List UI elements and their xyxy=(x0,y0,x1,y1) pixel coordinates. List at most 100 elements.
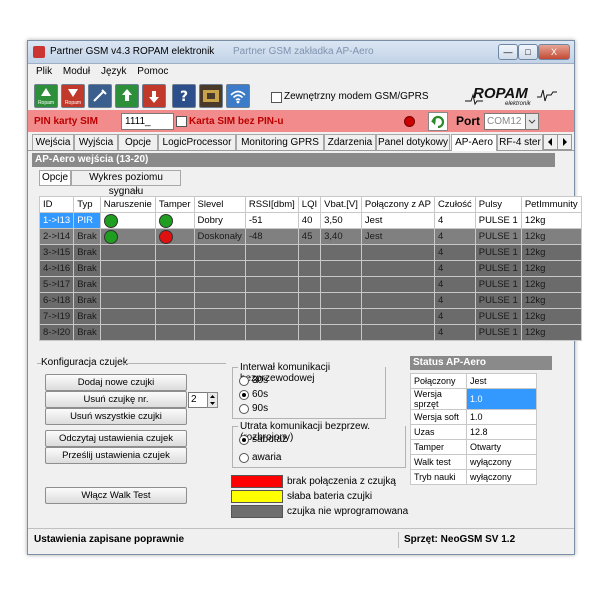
add-sensors-button[interactable]: Dodaj nowe czujki xyxy=(45,374,187,391)
col-header-petimmunity[interactable]: PetImmunity xyxy=(520,196,582,213)
cell-id[interactable]: 4->I16 xyxy=(38,260,75,277)
cell-typ[interactable]: Brak xyxy=(73,276,101,293)
cell-czulosc[interactable]: 4 xyxy=(433,260,476,277)
tab-panel-dotykowy[interactable]: Panel dotykowy xyxy=(376,134,450,150)
cell-typ[interactable]: Brak xyxy=(73,324,101,341)
col-header-id[interactable]: ID xyxy=(38,196,75,213)
cell-typ[interactable]: Brak xyxy=(73,292,101,309)
read-sensor-settings-button[interactable]: Odczytaj ustawienia czujek xyxy=(45,430,187,447)
tab-opcje[interactable]: Opcje xyxy=(118,134,158,150)
table-row[interactable]: 6->I18 Brak 4 PULSE 1 12kg xyxy=(38,292,582,309)
cell-id[interactable]: 8->I20 xyxy=(38,324,75,341)
cell-petimmunity[interactable]: 12kg xyxy=(520,244,582,261)
cell-id[interactable]: 7->I19 xyxy=(38,308,75,325)
cell-petimmunity[interactable]: 12kg xyxy=(520,228,582,245)
cell-pulsy[interactable]: PULSE 1 xyxy=(474,260,522,277)
menu-plik[interactable]: Plik xyxy=(36,64,52,80)
cell-czulosc[interactable]: 4 xyxy=(433,276,476,293)
tab-logicprocessor[interactable]: LogicProcessor xyxy=(158,134,236,150)
remove-number-spinner[interactable] xyxy=(207,392,218,408)
write-button[interactable] xyxy=(115,84,139,108)
tab-scroll-right-button[interactable] xyxy=(557,134,572,150)
film-button[interactable] xyxy=(199,84,223,108)
cell-typ[interactable]: Brak xyxy=(73,228,101,245)
cell-czulosc[interactable]: 4 xyxy=(433,292,476,309)
col-header-vbat[interactable]: Vbat.[V] xyxy=(320,196,362,213)
cell-id[interactable]: 3->I15 xyxy=(38,244,75,261)
comm-loss-sabotaz-radio[interactable] xyxy=(239,435,249,445)
table-row[interactable]: 2->I14 Brak Doskonały -48 45 3,40 Jest 4… xyxy=(38,228,582,245)
col-header-czulosc[interactable]: Czułość xyxy=(433,196,476,213)
cell-typ[interactable]: Brak xyxy=(73,308,101,325)
close-button[interactable]: X xyxy=(538,44,570,60)
cell-pulsy[interactable]: PULSE 1 xyxy=(474,324,522,341)
cell-petimmunity[interactable]: 12kg xyxy=(520,324,582,341)
cell-pulsy[interactable]: PULSE 1 xyxy=(474,212,522,229)
upload-button[interactable]: Ropam xyxy=(34,84,58,108)
remove-all-sensors-button[interactable]: Usuń wszystkie czujki xyxy=(45,408,187,425)
table-row[interactable]: 1->I13 PIR Dobry -51 40 3,50 Jest 4 PULS… xyxy=(38,212,582,229)
help-button[interactable]: ? xyxy=(172,84,196,108)
cell-czulosc[interactable]: 4 xyxy=(433,244,476,261)
tab-ap-aero[interactable]: AP-Aero xyxy=(451,134,497,151)
cell-czulosc[interactable]: 4 xyxy=(433,324,476,341)
table-row[interactable]: 7->I19 Brak 4 PULSE 1 12kg xyxy=(38,308,582,325)
cell-id[interactable]: 5->I17 xyxy=(38,276,75,293)
interval-30s-radio[interactable] xyxy=(239,376,249,386)
comm-loss-awaria-radio[interactable] xyxy=(239,453,249,463)
cell-czulosc[interactable]: 4 xyxy=(433,308,476,325)
tab-wejscia[interactable]: Wejścia xyxy=(32,134,74,150)
tab-monitoring-gprs[interactable]: Monitoring GPRS xyxy=(236,134,324,150)
col-header-slevel[interactable]: Slevel xyxy=(193,196,246,213)
port-dropdown-button[interactable] xyxy=(525,113,539,130)
external-modem-checkbox[interactable] xyxy=(271,92,282,103)
subtab-wykres-sygnalu[interactable]: Wykres poziomu sygnału xyxy=(71,170,181,197)
read-button[interactable] xyxy=(142,84,166,108)
cell-typ[interactable]: Brak xyxy=(73,244,101,261)
tab-scroll-left-button[interactable] xyxy=(543,134,558,150)
col-header-typ[interactable]: Typ xyxy=(73,196,101,213)
cell-typ[interactable]: Brak xyxy=(73,260,101,277)
cell-pulsy[interactable]: PULSE 1 xyxy=(474,228,522,245)
pin-input[interactable]: 1111_ xyxy=(121,113,174,130)
cell-petimmunity[interactable]: 12kg xyxy=(520,260,582,277)
remove-number-input[interactable]: 2 xyxy=(188,392,209,408)
send-sensor-settings-button[interactable]: Prześlij ustawienia czujek xyxy=(45,447,187,464)
wifi-button[interactable] xyxy=(226,84,250,108)
menu-jezyk[interactable]: Język xyxy=(101,64,127,80)
col-header-pulsy[interactable]: Pulsy xyxy=(474,196,522,213)
table-row[interactable]: 3->I15 Brak 4 PULSE 1 12kg xyxy=(38,244,582,261)
cell-pulsy[interactable]: PULSE 1 xyxy=(474,276,522,293)
cell-typ[interactable]: PIR xyxy=(73,212,101,229)
tab-wyjscia[interactable]: Wyjścia xyxy=(74,134,118,150)
cell-czulosc[interactable]: 4 xyxy=(433,228,476,245)
cell-czulosc[interactable]: 4 xyxy=(433,212,476,229)
cell-id[interactable]: 6->I18 xyxy=(38,292,75,309)
cell-id[interactable]: 1->I13 xyxy=(38,212,75,229)
tab-zdarzenia[interactable]: Zdarzenia xyxy=(324,134,376,150)
maximize-button[interactable]: □ xyxy=(518,44,538,60)
table-row[interactable]: 4->I16 Brak 4 PULSE 1 12kg xyxy=(38,260,582,277)
interval-60s-radio[interactable] xyxy=(239,390,249,400)
cell-pulsy[interactable]: PULSE 1 xyxy=(474,308,522,325)
minimize-button[interactable]: — xyxy=(498,44,518,60)
col-header-naruszenie[interactable]: Naruszenie xyxy=(99,196,156,213)
col-header-lqi[interactable]: LQI xyxy=(297,196,322,213)
subtab-opcje[interactable]: Opcje xyxy=(39,170,71,186)
col-header-polaczony[interactable]: Połączony z AP xyxy=(360,196,435,213)
no-pin-checkbox[interactable] xyxy=(176,116,187,127)
download-button[interactable]: Ropam xyxy=(61,84,85,108)
col-header-tamper[interactable]: Tamper xyxy=(154,196,195,213)
cell-id[interactable]: 2->I14 xyxy=(38,228,75,245)
refresh-button[interactable] xyxy=(428,112,448,131)
cell-pulsy[interactable]: PULSE 1 xyxy=(474,244,522,261)
menu-pomoc[interactable]: Pomoc xyxy=(137,64,168,80)
cell-petimmunity[interactable]: 12kg xyxy=(520,308,582,325)
cell-petimmunity[interactable]: 12kg xyxy=(520,276,582,293)
remove-sensor-button[interactable]: Usuń czujkę nr. xyxy=(45,391,187,408)
menu-modul[interactable]: Moduł xyxy=(63,64,90,80)
walk-test-button[interactable]: Włącz Walk Test xyxy=(45,487,187,504)
interval-90s-radio[interactable] xyxy=(239,404,249,414)
cell-pulsy[interactable]: PULSE 1 xyxy=(474,292,522,309)
table-row[interactable]: 5->I17 Brak 4 PULSE 1 12kg xyxy=(38,276,582,293)
